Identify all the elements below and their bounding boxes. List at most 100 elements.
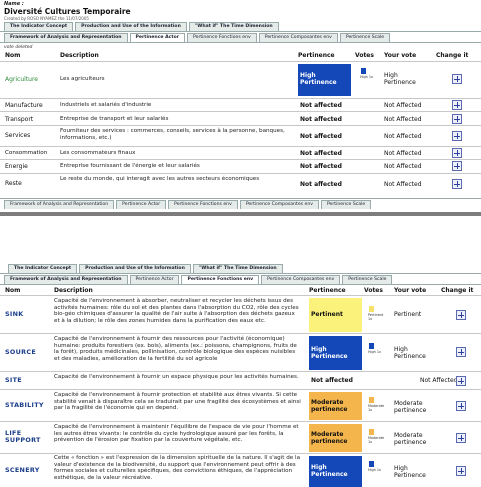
- table-row: Agriculture Les agriculteurs High Pertin…: [0, 61, 481, 98]
- tab-pertinence-actor[interactable]: Pertinence Actor: [129, 275, 180, 284]
- table-row: Energie Entreprise fournissant de l'éner…: [0, 159, 481, 173]
- change-vote-plus-icon[interactable]: [452, 179, 462, 189]
- pertinence-badge: Not affected: [300, 181, 342, 188]
- function-description: Capacité de l'environnement à fournir pr…: [54, 392, 301, 412]
- actor-panel: Name : Diversité Cultures Temporaire Cre…: [0, 0, 481, 218]
- actor-name: Energie: [5, 163, 28, 170]
- tab-pertinence-composantes-bottom[interactable]: Pertinence Composantes env: [239, 200, 319, 209]
- table-row: SCENERY Cette « fonction » est l'express…: [0, 453, 481, 487]
- pertinence-badge: Not affected: [300, 102, 342, 109]
- change-vote-plus-icon[interactable]: [456, 376, 466, 386]
- table-row: STABILITY Capacité de l'environnement à …: [0, 389, 481, 421]
- pertinence-badge: High Pertinence: [309, 456, 362, 487]
- tab-divider: [0, 31, 481, 32]
- tab-row-1: The Indicator Concept Production and Use…: [4, 22, 281, 31]
- your-vote-value: Moderate pertinence: [394, 400, 427, 414]
- tab-row-2: Framework of Analysis and Representation…: [4, 275, 394, 284]
- scrollbar-strip: [0, 212, 481, 216]
- vote-bar: [369, 429, 374, 435]
- tab-pertinence-scale[interactable]: Pertinence Scale: [342, 275, 393, 284]
- change-vote-plus-icon[interactable]: [456, 433, 466, 443]
- function-name: STABILITY: [5, 401, 44, 409]
- col-header-votes: Votes: [364, 287, 383, 294]
- vote-bar: [369, 461, 374, 467]
- col-header-your-vote: Your vote: [394, 287, 427, 294]
- tab-pertinence-fonctions-bottom[interactable]: Pertinence Fonctions env: [168, 200, 238, 209]
- tab-pertinence-fonctions[interactable]: Pertinence Fonctions env: [187, 33, 257, 42]
- tab-pertinence-composantes[interactable]: Pertinence Composantes env: [261, 275, 341, 284]
- pertinence-badge: Pertinent: [309, 298, 362, 332]
- tab-framework[interactable]: Framework of Analysis and Representation: [4, 275, 128, 284]
- votes-indicator: High 1x: [368, 461, 388, 472]
- pertinence-badge: Not affected: [300, 133, 342, 140]
- function-description: Capacité de l'environnement à absorber, …: [54, 298, 299, 324]
- tab-what-if[interactable]: "What if" The Time Dimension: [192, 264, 283, 273]
- function-description: Capacité de l'environnement à maintenir …: [54, 424, 299, 444]
- votes-count: Moderate 1x: [368, 436, 385, 444]
- votes-count: Pertinent 1x: [368, 313, 384, 321]
- actor-description: Fourniteur des services : commerces, con…: [60, 128, 285, 141]
- votes-count: High 1x: [368, 468, 382, 472]
- change-vote-plus-icon[interactable]: [452, 148, 462, 158]
- tab-framework-bottom[interactable]: Framework of Analysis and Representation: [4, 200, 115, 209]
- tab-indicator-concept[interactable]: The Indicator Concept: [8, 264, 78, 273]
- votes-selected-note: vote deleted: [4, 45, 33, 50]
- change-vote-plus-icon[interactable]: [452, 131, 462, 141]
- function-description: Capacité de l'environnement à fournir un…: [54, 374, 299, 380]
- tab-production-use[interactable]: Production and Use of the Information: [79, 264, 191, 273]
- your-vote-value: Not Affected: [384, 102, 422, 109]
- pertinence-badge: Not affected: [311, 377, 353, 384]
- actor-name: Reste: [5, 180, 22, 187]
- table-row: Consommation Les consommateurs finaux No…: [0, 146, 481, 159]
- tab-pertinence-composantes[interactable]: Pertinence Composantes env: [258, 33, 338, 42]
- change-vote-plus-icon[interactable]: [456, 401, 466, 411]
- tab-indicator-concept[interactable]: The Indicator Concept: [4, 22, 74, 31]
- change-vote-plus-icon[interactable]: [452, 161, 462, 171]
- change-vote-plus-icon[interactable]: [452, 100, 462, 110]
- tab-pertinence-scale-bottom[interactable]: Pertinence Scale: [320, 200, 372, 209]
- tab-pertinence-fonctions[interactable]: Pertinence Fonctions env: [181, 275, 260, 284]
- your-vote-value: Not Affected: [384, 133, 422, 140]
- actor-description: Entreprise fournissant de l'énergie et l…: [60, 163, 200, 169]
- table-row: SITE Capacité de l'environnement à fourn…: [0, 371, 481, 389]
- votes-indicator: High 1x: [368, 343, 388, 354]
- table-row: Transport Entreprise de transport et leu…: [0, 111, 481, 125]
- tab-pertinence-actor[interactable]: Pertinence Actor: [129, 33, 186, 42]
- vote-bar: [369, 343, 374, 349]
- votes-count: High 1x: [368, 350, 382, 354]
- tab-divider: [0, 42, 481, 43]
- actor-description: Les agriculteurs: [60, 76, 105, 82]
- actor-description: Le reste du monde, qui interagit avec le…: [60, 176, 260, 182]
- actor-description: Entreprise de transport et leur salariés: [60, 116, 169, 122]
- pertinence-badge: Not affected: [300, 116, 342, 123]
- tab-divider: [0, 273, 481, 274]
- tab-pertinence-actor-bottom[interactable]: Pertinence Actor: [116, 200, 167, 209]
- change-vote-plus-icon[interactable]: [452, 114, 462, 124]
- votes-count: Moderate 1x: [368, 404, 385, 412]
- function-name: SOURCE: [5, 348, 37, 356]
- votes-indicator: Moderate 1x: [368, 429, 388, 444]
- pertinence-badge: Not affected: [300, 163, 342, 170]
- tab-framework[interactable]: Framework of Analysis and Representation: [4, 33, 128, 42]
- vote-bar: [361, 68, 366, 74]
- votes-count: High 1x: [360, 75, 374, 79]
- pertinence-badge: Moderate pertinence: [309, 392, 362, 420]
- change-vote-plus-icon[interactable]: [456, 466, 466, 476]
- actor-name: Consommation: [5, 150, 48, 156]
- change-vote-plus-icon[interactable]: [456, 310, 466, 320]
- col-header-name: Nom: [5, 287, 21, 294]
- pertinence-badge: Not affected: [300, 150, 342, 157]
- tab-production-use[interactable]: Production and Use of the Information: [75, 22, 187, 31]
- col-header-votes: Votes: [355, 52, 374, 59]
- tab-row-bottom: Framework of Analysis and Representation…: [4, 200, 373, 209]
- tab-what-if[interactable]: "What if" The Time Dimension: [188, 22, 279, 31]
- actor-name: Transport: [5, 116, 34, 123]
- votes-indicator: High 1x: [360, 68, 374, 79]
- your-vote-value: Not Affected: [384, 116, 422, 123]
- tab-pertinence-scale[interactable]: Pertinence Scale: [339, 33, 391, 42]
- change-vote-plus-icon[interactable]: [452, 74, 462, 84]
- tab-divider: [0, 284, 481, 285]
- your-vote-value: Not Affected: [384, 163, 422, 170]
- change-vote-plus-icon[interactable]: [456, 347, 466, 357]
- table-row: Reste Le reste du monde, qui interagit a…: [0, 173, 481, 194]
